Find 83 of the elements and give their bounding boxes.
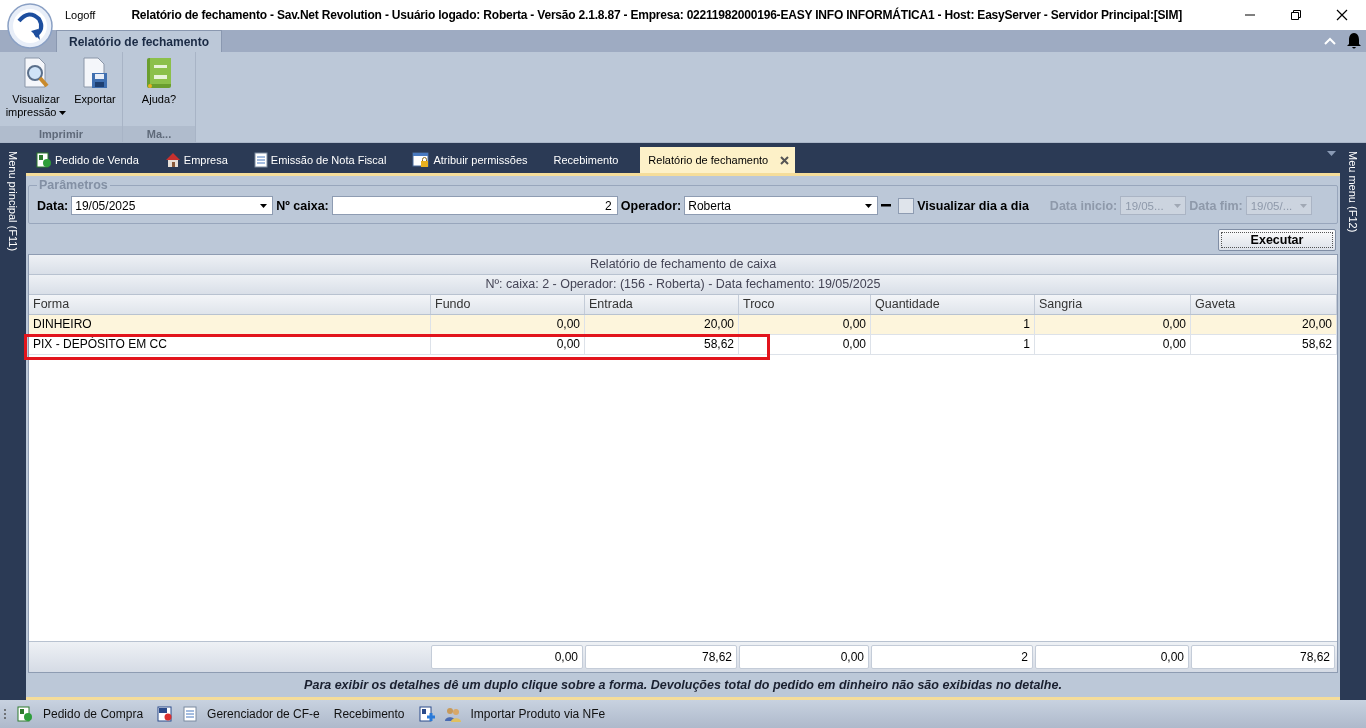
table-cell: 0,00 (1035, 315, 1191, 335)
table-cell: 0,00 (739, 335, 871, 355)
house-icon (164, 152, 181, 168)
total-cell: 2 (871, 645, 1033, 669)
total-cell: 78,62 (1191, 645, 1335, 669)
document-money-icon (36, 152, 52, 168)
side-menu-tab[interactable]: Menu principal (F11) (7, 151, 19, 700)
total-cell: 0,00 (431, 645, 583, 669)
floppy-document-icon (80, 57, 110, 89)
column-header[interactable]: Sangria (1035, 295, 1191, 314)
bell-icon[interactable] (1346, 32, 1362, 50)
operator-dropdown[interactable]: Roberta (684, 196, 879, 215)
table-cell: PIX - DEPÓSITO EM CC (29, 335, 431, 355)
column-header[interactable]: Quantidade (871, 295, 1035, 314)
ribbon-group-label: Ma... (146, 128, 172, 140)
column-header[interactable]: Troco (739, 295, 871, 314)
report-title: Relatório de fechamento de caixa (29, 255, 1337, 275)
table-cell: DINHEIRO (29, 315, 431, 335)
document-tab[interactable]: Atribuir permissões (408, 147, 550, 173)
field-label: Nº caixa: (276, 198, 329, 213)
book-icon (144, 57, 174, 89)
column-header[interactable]: Entrada (585, 295, 739, 314)
table-cell: 58,62 (1191, 335, 1337, 355)
toolbar-button[interactable]: Gerenciador de CF-e (207, 707, 320, 721)
column-header[interactable]: Fundo (431, 295, 585, 314)
magnifier-document-icon (21, 57, 51, 89)
people-icon[interactable] (444, 706, 461, 722)
total-cell: 0,00 (739, 645, 869, 669)
window-lock-icon (412, 152, 431, 168)
close-icon[interactable] (1336, 9, 1348, 21)
table-cell: 0,00 (431, 335, 585, 355)
document-tab[interactable]: Recebimento (549, 147, 641, 173)
table-cell: 20,00 (585, 315, 739, 335)
restore-icon[interactable] (1290, 9, 1302, 21)
tab-list-caret-icon[interactable] (1327, 151, 1336, 156)
clear-icon[interactable] (881, 203, 892, 208)
hint-text: Para exibir os detalhes dê um duplo clique sobre a forma. Devoluções total do pedido em dinheiro não são exibidas no detalhe. (303, 677, 1063, 694)
table-cell: 1 (871, 335, 1035, 355)
caret-icon (1174, 203, 1182, 208)
table-cell: 20,00 (1191, 315, 1337, 335)
document-tab[interactable]: Empresa (160, 147, 250, 173)
ribbon-button[interactable]: Visualizar impressão (4, 57, 68, 126)
field-label: Operador: (620, 198, 682, 213)
document-money-icon[interactable] (17, 706, 33, 722)
document-plus-icon[interactable] (418, 706, 435, 722)
ribbon-button[interactable]: Exportar (72, 57, 118, 126)
total-cell: 78,62 (585, 645, 737, 669)
report-subtitle: Nº: caixa: 2 - Operador: (156 - Roberta) - Data fechamento: 19/05/2025 (29, 275, 1337, 295)
toolbar-button[interactable]: Pedido de Compra (43, 707, 144, 721)
column-header[interactable]: Gaveta (1191, 295, 1337, 314)
caret-icon (865, 203, 873, 208)
column-header[interactable]: Forma (29, 295, 431, 314)
input-field[interactable]: 2 (331, 196, 618, 215)
checkbox-label: Visualizar dia a dia (917, 198, 1029, 213)
table-cell: 0,00 (739, 315, 871, 335)
caret-icon (1299, 203, 1307, 208)
document-icon (253, 152, 268, 168)
grip-icon (4, 708, 7, 720)
ribbon-group-label: Imprimir (39, 128, 83, 140)
logoff-link[interactable]: Logoff (65, 9, 96, 21)
table-cell: 1 (871, 315, 1035, 335)
total-cell: 0,00 (1035, 645, 1189, 669)
document-tab[interactable]: Emissão de Nota Fiscal (249, 147, 409, 173)
ribbon-tab[interactable]: Relatório de fechamento (56, 30, 223, 52)
toolbar-button[interactable]: Importar Produto via NFe (470, 707, 606, 721)
document-tab[interactable]: Pedido de Venda (32, 147, 161, 173)
ribbon-button[interactable]: Ajuda? (127, 57, 191, 126)
checkbox[interactable] (898, 197, 915, 214)
group-title: Parâmetros (38, 178, 109, 192)
caret-icon (260, 203, 268, 208)
window-title: Relatório de fechamento - Sav.Net Revolution - Usuário logado: Roberta - Versão 2.1.8.87 - Empresa: 02211982000196-EASY INFO INFORMÁTICA1 - Host: EasyServer - Servidor Principal:[SIM] (131, 8, 1182, 22)
close-icon[interactable] (780, 155, 790, 165)
caret-icon (59, 111, 67, 116)
table-cell: 0,00 (1035, 335, 1191, 355)
side-menu-tab[interactable]: Meu menu (F12) (1347, 151, 1359, 700)
field-label: Data: (37, 198, 69, 213)
table-cell: 0,00 (431, 315, 585, 335)
date-dropdown[interactable]: 19/05/2025 (71, 196, 274, 215)
execute-button[interactable]: Executar (1218, 229, 1336, 251)
document-e-icon[interactable] (157, 706, 174, 722)
document-tab[interactable]: Relatório de fechamento (640, 147, 796, 173)
toolbar-button[interactable]: Recebimento (333, 707, 405, 721)
table-cell: 58,62 (585, 335, 739, 355)
